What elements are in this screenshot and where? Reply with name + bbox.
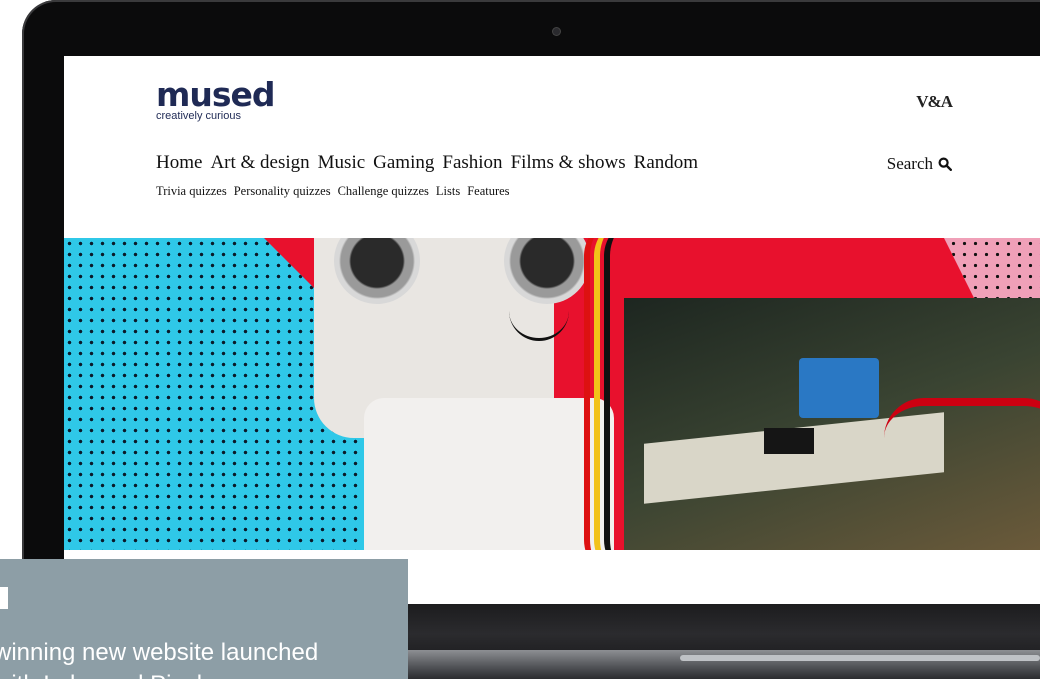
press-headline-line-2: with Lobo and Pixel bbox=[0, 671, 394, 681]
wire-black bbox=[604, 238, 680, 550]
panel-marker bbox=[0, 587, 8, 609]
nav-films-shows[interactable]: Films & shows bbox=[511, 152, 626, 174]
subnav-challenge-quizzes[interactable]: Challenge quizzes bbox=[338, 184, 429, 199]
press-headline: winning new website launched bbox=[0, 639, 319, 666]
nav-music[interactable]: Music bbox=[318, 152, 366, 174]
nav-art-design[interactable]: Art & design bbox=[210, 152, 309, 174]
nav-fashion[interactable]: Fashion bbox=[442, 152, 502, 174]
subnav-trivia-quizzes[interactable]: Trivia quizzes bbox=[156, 184, 227, 199]
robot-body bbox=[364, 398, 614, 550]
blue-terminal-block bbox=[799, 358, 879, 418]
subnav-personality-quizzes[interactable]: Personality quizzes bbox=[234, 184, 331, 199]
nav-gaming[interactable]: Gaming bbox=[373, 152, 434, 174]
nav-random[interactable]: Random bbox=[634, 152, 698, 174]
logo-wordmark: mused bbox=[156, 75, 276, 114]
hero-image[interactable] bbox=[64, 238, 1040, 550]
website-screen: mused creatively curious V&A Home Art & … bbox=[64, 56, 1040, 604]
chip bbox=[764, 428, 814, 454]
hinge-notch bbox=[680, 655, 1040, 661]
press-release-panel: winning new website launched with Lobo a… bbox=[0, 559, 408, 681]
subnav-lists[interactable]: Lists bbox=[436, 184, 460, 199]
nav-home[interactable]: Home bbox=[156, 152, 202, 174]
mused-logo[interactable]: mused creatively curious bbox=[156, 75, 276, 123]
search-icon bbox=[938, 157, 952, 171]
search-label: Search bbox=[886, 154, 933, 173]
va-logo[interactable]: V&A bbox=[916, 92, 953, 112]
sub-navigation: Trivia quizzes Personality quizzes Chall… bbox=[156, 184, 510, 199]
main-navigation: Home Art & design Music Gaming Fashion F… bbox=[156, 152, 698, 174]
wire-red-right bbox=[884, 398, 1040, 550]
webcam bbox=[553, 28, 560, 35]
subnav-features[interactable]: Features bbox=[467, 184, 509, 199]
search-button[interactable]: Search bbox=[887, 154, 952, 174]
